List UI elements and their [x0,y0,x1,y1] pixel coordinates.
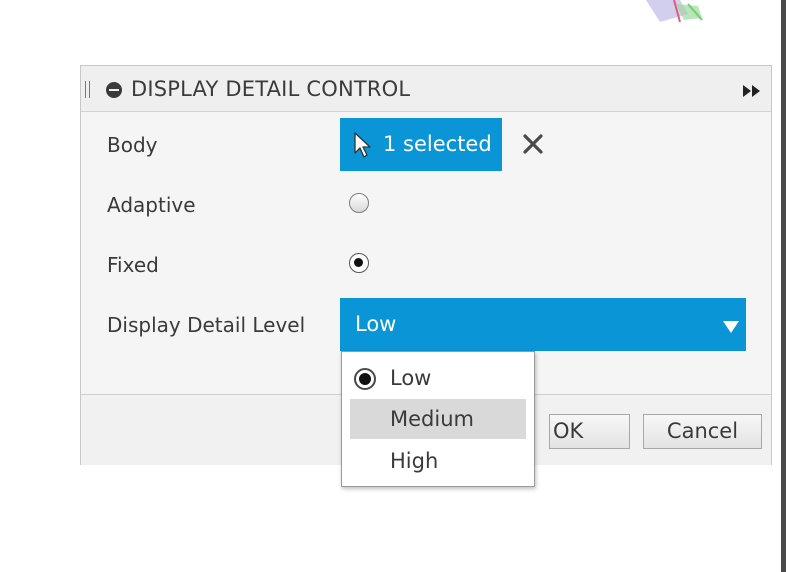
cancel-button[interactable]: Cancel [643,414,762,449]
viewport-model-fragment [640,0,710,26]
cursor-arrow-icon [353,131,373,159]
body-label: Body [107,133,158,157]
menu-item-low[interactable]: Low [350,358,526,398]
menu-item-medium[interactable]: Medium [350,399,526,439]
ok-button[interactable]: OK [549,414,630,449]
display-detail-level-select[interactable]: Low [340,298,746,351]
menu-item-label: Low [390,366,432,390]
fixed-label: Fixed [107,253,159,277]
close-icon[interactable] [521,132,545,156]
collapse-icon[interactable] [106,82,122,98]
body-selection-button[interactable]: 1 selected [340,118,502,171]
dialog-titlebar[interactable]: DISPLAY DETAIL CONTROL [81,66,771,112]
level-select-value: Low [355,312,397,336]
dialog-title: DISPLAY DETAIL CONTROL [131,77,411,101]
grip-icon[interactable] [85,81,91,98]
adaptive-label: Adaptive [107,193,196,217]
triangle-down-icon [723,318,739,333]
menu-item-label: Medium [390,407,474,431]
menu-item-label: High [390,449,439,473]
fixed-radio[interactable] [349,253,369,273]
display-detail-level-label: Display Detail Level [107,313,306,337]
double-chevron-right-icon[interactable] [741,83,763,97]
body-selection-text: 1 selected [383,132,492,156]
selected-radio-icon [354,368,376,390]
window-edge [781,0,786,572]
menu-item-high[interactable]: High [350,441,526,481]
detail-level-dropdown-menu: Low Medium High [341,351,535,487]
adaptive-radio[interactable] [349,193,369,213]
